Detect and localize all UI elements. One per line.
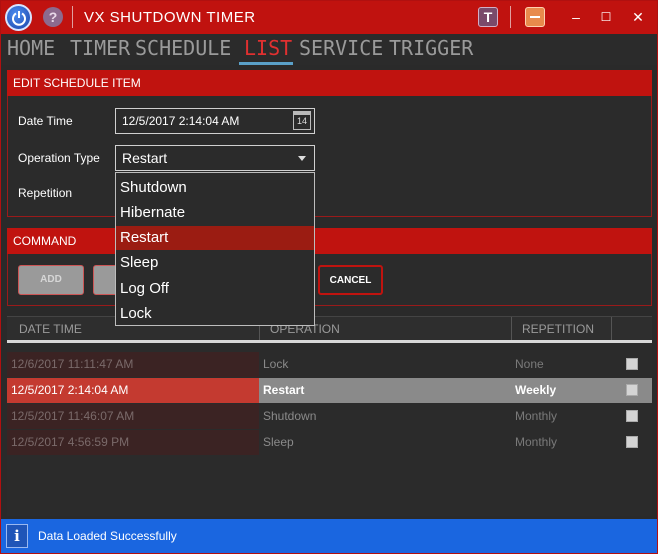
- cell-operation: Restart: [259, 378, 511, 403]
- dropdown-option-sleep[interactable]: Sleep: [116, 251, 314, 275]
- row-checkbox[interactable]: [626, 410, 638, 422]
- cell-repetition: None: [515, 357, 544, 371]
- operation-type-label: Operation Type: [18, 151, 100, 165]
- table-row[interactable]: 12/6/2017 11:11:47 AM Lock None: [7, 352, 652, 377]
- add-button[interactable]: ADD: [18, 265, 84, 295]
- active-tab-indicator: [239, 62, 293, 65]
- date-time-label: Date Time: [18, 114, 73, 128]
- app-window: ? VX SHUTDOWN TIMER T – ☐ ✕ HOME TIMER S…: [0, 0, 658, 554]
- cell-operation: Sleep: [263, 435, 294, 449]
- cell-operation: Shutdown: [263, 409, 317, 423]
- help-icon[interactable]: ?: [43, 7, 63, 27]
- tab-timer[interactable]: TIMER: [70, 36, 130, 60]
- tab-trigger[interactable]: TRIGGER: [389, 36, 473, 60]
- cell-operation: Lock: [263, 357, 289, 371]
- column-header-repetition[interactable]: REPETITION: [522, 322, 594, 336]
- tab-service[interactable]: SERVICE: [299, 36, 383, 60]
- cell-repetition: Monthly: [515, 409, 558, 423]
- date-time-value: 12/5/2017 2:14:04 AM: [122, 114, 240, 128]
- repetition-label: Repetition: [18, 186, 73, 200]
- tab-schedule[interactable]: SCHEDULE: [135, 36, 231, 60]
- date-time-field[interactable]: 12/5/2017 2:14:04 AM 14: [115, 108, 315, 134]
- schedule-table: DATE TIME OPERATION REPETITION 12/6/2017…: [7, 316, 652, 516]
- dropdown-option-restart[interactable]: Restart: [116, 226, 314, 250]
- close-button[interactable]: ✕: [626, 5, 650, 29]
- chevron-down-icon: [298, 156, 306, 161]
- power-icon[interactable]: [5, 4, 32, 31]
- cell-repetition: Weekly: [511, 378, 611, 403]
- minimize-button[interactable]: –: [564, 5, 588, 29]
- row-checkbox[interactable]: [626, 358, 638, 370]
- info-icon: i: [6, 524, 28, 548]
- status-message: Data Loaded Successfully: [38, 529, 177, 543]
- tab-home[interactable]: HOME: [7, 36, 55, 60]
- title-bar: ? VX SHUTDOWN TIMER T – ☐ ✕: [1, 1, 657, 34]
- dropdown-option-hibernate[interactable]: Hibernate: [116, 201, 314, 225]
- table-header: DATE TIME OPERATION REPETITION: [7, 316, 652, 341]
- cell-date: 12/6/2017 11:11:47 AM: [7, 352, 259, 377]
- operation-type-dropdown: Shutdown Hibernate Restart Sleep Log Off…: [115, 172, 315, 326]
- calendar-icon[interactable]: 14: [293, 111, 311, 130]
- dropdown-option-shutdown[interactable]: Shutdown: [116, 176, 314, 200]
- cell-date: 12/5/2017 11:46:07 AM: [7, 404, 259, 429]
- minimize-to-tray-icon[interactable]: [525, 7, 545, 27]
- cell-date: 12/5/2017 4:56:59 PM: [7, 430, 259, 455]
- title-divider-2: [510, 6, 511, 28]
- operation-type-value: Restart: [122, 150, 168, 166]
- table-row-selected[interactable]: 12/5/2017 2:14:04 AM Restart Weekly: [7, 378, 652, 403]
- cell-date: 12/5/2017 2:14:04 AM: [7, 378, 259, 403]
- column-divider: [511, 317, 512, 341]
- edit-schedule-heading: EDIT SCHEDULE ITEM: [7, 70, 652, 96]
- title-divider: [72, 6, 73, 28]
- tab-list[interactable]: LIST: [244, 36, 292, 60]
- dropdown-option-lock[interactable]: Lock: [116, 302, 314, 326]
- maximize-button[interactable]: ☐: [594, 5, 618, 29]
- theme-icon[interactable]: T: [478, 7, 498, 27]
- column-divider: [611, 317, 612, 341]
- operation-type-select[interactable]: Restart: [115, 145, 315, 171]
- window-title: VX SHUTDOWN TIMER: [84, 9, 256, 26]
- column-header-date-time[interactable]: DATE TIME: [19, 322, 82, 336]
- table-row[interactable]: 12/5/2017 11:46:07 AM Shutdown Monthly: [7, 404, 652, 429]
- table-row[interactable]: 12/5/2017 4:56:59 PM Sleep Monthly: [7, 430, 652, 455]
- header-divider: [7, 340, 652, 343]
- dropdown-option-log-off[interactable]: Log Off: [116, 277, 314, 301]
- status-bar: i Data Loaded Successfully: [1, 519, 657, 553]
- row-checkbox[interactable]: [626, 436, 638, 448]
- cell-repetition: Monthly: [515, 435, 558, 449]
- cancel-button[interactable]: CANCEL: [318, 265, 383, 295]
- command-heading: COMMAND: [7, 228, 652, 254]
- row-checkbox[interactable]: [626, 384, 638, 396]
- main-nav: HOME TIMER SCHEDULE LIST SERVICE TRIGGER: [1, 34, 657, 65]
